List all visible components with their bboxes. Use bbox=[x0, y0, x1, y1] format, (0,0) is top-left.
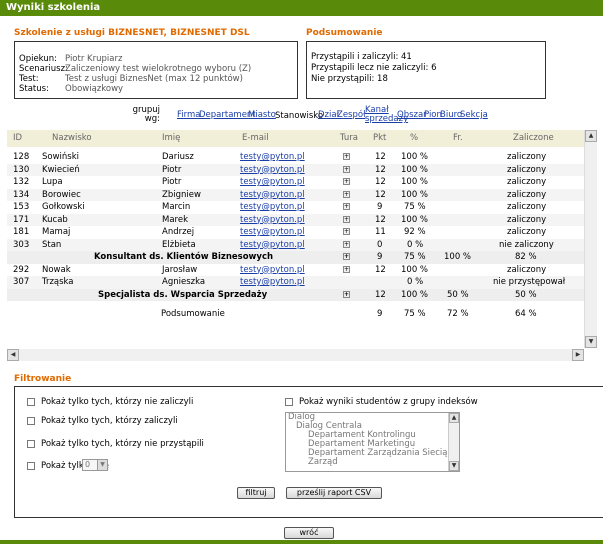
col-round[interactable]: Tura bbox=[340, 130, 358, 147]
info-row-supervisor: Opiekun: Piotr Krupiarz bbox=[19, 54, 123, 64]
round-select[interactable]: 0 ▼ bbox=[82, 459, 108, 471]
email-link[interactable]: testy@pyton.pl bbox=[240, 276, 305, 289]
email-link[interactable]: testy@pyton.pl bbox=[240, 264, 305, 277]
summary-not-taken: Nie przystąpili: 18 bbox=[311, 74, 388, 84]
details-icon[interactable]: + bbox=[343, 178, 350, 185]
groupby-kanal-sprzedazy[interactable]: Kanał sprzedaży bbox=[365, 106, 408, 124]
col-surname[interactable]: Nazwisko bbox=[52, 130, 92, 147]
email-link[interactable]: testy@pyton.pl bbox=[240, 226, 305, 239]
window-title: Wyniki szkolenia bbox=[6, 2, 101, 13]
details-icon[interactable]: + bbox=[343, 228, 350, 235]
details-icon[interactable]: + bbox=[343, 153, 350, 160]
email-link[interactable]: testy@pyton.pl bbox=[240, 239, 305, 252]
table-row: 130 Kwiecień Piotr testy@pyton.pl +12 100 % za… bbox=[7, 163, 584, 177]
email-link[interactable]: testy@pyton.pl bbox=[240, 189, 305, 202]
col-email[interactable]: E-mail bbox=[242, 130, 269, 147]
list-item[interactable]: Zarząd bbox=[286, 458, 459, 467]
scroll-down-icon[interactable]: ▼ bbox=[449, 461, 459, 471]
table-row: 134 Borowiec Zbigniew testy@pyton.pl +12 100 … bbox=[7, 188, 584, 202]
table-row: 128 Sowiński Dariusz testy@pyton.pl +12 100 %… bbox=[13, 151, 547, 164]
group-by-bar: grupuj wg: Firma Departament Miasto Stan… bbox=[130, 106, 600, 126]
table-row: 132 Lupa Piotr testy@pyton.pl +12 100 % zalicz… bbox=[13, 176, 547, 189]
group-by-label: grupuj wg: bbox=[132, 105, 160, 124]
col-fraction[interactable]: Fr. bbox=[453, 130, 463, 147]
details-icon[interactable]: + bbox=[343, 215, 350, 223]
col-percent[interactable]: % bbox=[410, 130, 418, 147]
email-link[interactable]: testy@pyton.pl bbox=[240, 201, 305, 214]
groupby-miasto[interactable]: Miasto bbox=[248, 111, 276, 120]
table-row: 171 Kucab Marek testy@pyton.pl +12 100 % zalic… bbox=[7, 213, 584, 227]
training-info-box: Opiekun: Piotr Krupiarz Scenariusz:Zalicz… bbox=[14, 41, 298, 99]
checkbox-icon bbox=[27, 416, 35, 425]
table-horizontal-scrollbar[interactable]: ◀ ▶ bbox=[7, 349, 584, 361]
details-icon[interactable]: + bbox=[343, 190, 350, 198]
group-summary-row: Specjalista ds. Wsparcia Sprzedaży +12 100… bbox=[7, 288, 584, 301]
email-link[interactable]: testy@pyton.pl bbox=[240, 164, 305, 177]
summary-title: Podsumowanie bbox=[306, 28, 383, 38]
list-scrollbar[interactable]: ▲ ▼ bbox=[448, 413, 459, 471]
scroll-right-icon[interactable]: ▶ bbox=[572, 349, 584, 361]
send-csv-report-button[interactable]: prześlij raport CSV bbox=[286, 487, 382, 499]
info-row-test: Test: Test z usługi BiznesNet (max 12 pun… bbox=[19, 74, 243, 84]
details-icon[interactable]: + bbox=[343, 253, 350, 260]
groupby-zespol[interactable]: Zespół bbox=[337, 111, 366, 120]
summary-box: Przystąpili i zaliczyli: 41 Przystąpili … bbox=[306, 41, 546, 99]
email-link[interactable]: testy@pyton.pl bbox=[240, 214, 305, 227]
info-row-status: Status: Obowiązkowy bbox=[19, 84, 124, 94]
col-points[interactable]: Pkt bbox=[373, 130, 386, 147]
checkbox-icon bbox=[285, 397, 293, 406]
training-title: Szkolenie z usługi BIZNESNET, BIZNESNET … bbox=[14, 28, 250, 38]
filter-button[interactable]: filtruj bbox=[237, 487, 275, 499]
col-id[interactable]: ID bbox=[13, 130, 22, 147]
details-icon[interactable]: + bbox=[343, 203, 350, 210]
summary-passed: Przystąpili i zaliczyli: 41 bbox=[311, 52, 412, 62]
filter-index-groups-checkbox[interactable]: Pokaż wyniki studentów z grupy indeksów bbox=[285, 397, 478, 407]
checkbox-icon bbox=[27, 439, 35, 448]
group-summary-row: Konsultant ds. Klientów Biznesowych +9 75 … bbox=[7, 251, 584, 264]
email-link[interactable]: testy@pyton.pl bbox=[240, 176, 305, 189]
details-icon[interactable]: + bbox=[343, 265, 350, 273]
chevron-down-icon: ▼ bbox=[97, 460, 107, 470]
results-table: ID Nazwisko Imię E-mail Tura Pkt % Fr. Z… bbox=[7, 130, 584, 348]
table-row: 303 Stan Elżbieta testy@pyton.pl +0 0 % nie za… bbox=[7, 238, 584, 252]
groupby-biuro[interactable]: Biuro bbox=[440, 111, 462, 120]
scroll-down-icon[interactable]: ▼ bbox=[585, 336, 597, 348]
index-groups-list[interactable]: Dialog Dialog Centrala Departament Kontr… bbox=[285, 412, 460, 472]
summary-failed: Przystąpili lecz nie zaliczyli: 6 bbox=[311, 63, 437, 73]
back-button[interactable]: wróć bbox=[284, 527, 334, 539]
window-titlebar: Wyniki szkolenia bbox=[0, 0, 603, 16]
groupby-stanowisko-active: Stanowisko bbox=[275, 111, 324, 121]
scroll-up-icon[interactable]: ▲ bbox=[585, 130, 597, 142]
table-header: ID Nazwisko Imię E-mail Tura Pkt % Fr. Z… bbox=[7, 130, 584, 147]
scroll-left-icon[interactable]: ◀ bbox=[7, 349, 19, 361]
checkbox-icon bbox=[27, 397, 35, 406]
groupby-obszar[interactable]: Obszar bbox=[397, 111, 427, 120]
groupby-dzial[interactable]: Dział bbox=[318, 111, 339, 120]
scroll-up-icon[interactable]: ▲ bbox=[449, 413, 459, 423]
details-icon[interactable]: + bbox=[343, 290, 350, 298]
filter-title: Filtrowanie bbox=[14, 374, 72, 384]
table-row: 181 Mamaj Andrzej testy@pyton.pl +11 92 % zali… bbox=[13, 226, 547, 239]
filter-not-passed-checkbox[interactable]: Pokaż tylko tych, którzy nie zaliczyli bbox=[27, 397, 193, 407]
details-icon[interactable]: + bbox=[343, 240, 350, 248]
groupby-firma[interactable]: Firma bbox=[177, 111, 200, 120]
bottom-bar bbox=[0, 540, 603, 544]
table-row: 153 Gołkowski Marcin testy@pyton.pl +9 75 % za… bbox=[13, 201, 547, 214]
filter-passed-checkbox[interactable]: Pokaż tylko tych, którzy zaliczyli bbox=[27, 416, 178, 426]
table-row: 292 Nowak Jarosław testy@pyton.pl +12 100 % za… bbox=[13, 264, 547, 277]
email-link[interactable]: testy@pyton.pl bbox=[240, 151, 305, 164]
filter-not-taken-checkbox[interactable]: Pokaż tylko tych, którzy nie przystąpili bbox=[27, 439, 204, 449]
groupby-sekcja[interactable]: Sekcja bbox=[460, 111, 488, 120]
table-row: 307 Trząska Agnieszka testy@pyton.pl 0 % nie … bbox=[7, 276, 584, 289]
table-vertical-scrollbar[interactable]: ▲ ▼ bbox=[584, 130, 597, 348]
col-passed[interactable]: Zaliczone bbox=[513, 130, 554, 147]
info-row-scenario: Scenariusz:Zaliczeniowy test wielokrotne… bbox=[19, 64, 252, 74]
checkbox-icon bbox=[27, 461, 35, 470]
details-icon[interactable]: + bbox=[343, 165, 350, 173]
total-summary-row: Podsumowanie 9 75 % 72 % 64 % bbox=[7, 308, 584, 321]
col-name[interactable]: Imię bbox=[162, 130, 180, 147]
